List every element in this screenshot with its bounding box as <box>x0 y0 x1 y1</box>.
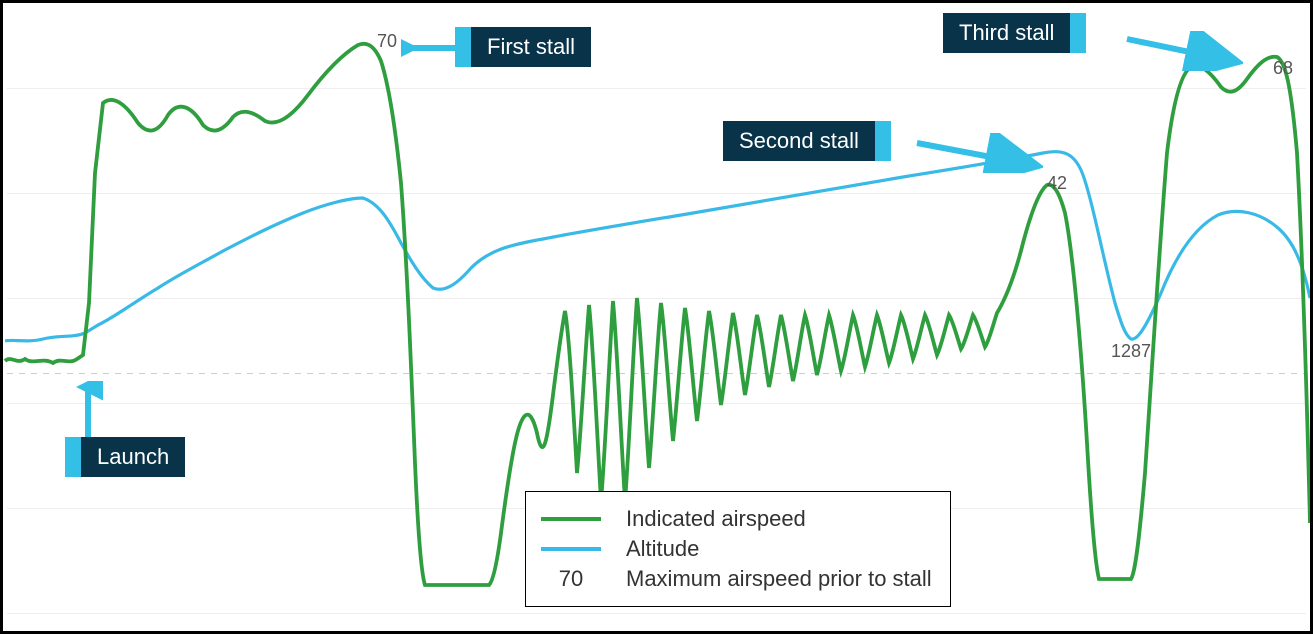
altitude-series <box>5 152 1310 341</box>
legend-text: Indicated airspeed <box>626 506 806 532</box>
callout-third-stall: Third stall <box>943 13 1086 53</box>
legend-row-max-airspeed: 70 Maximum airspeed prior to stall <box>536 566 932 592</box>
legend-row-altitude: Altitude <box>536 536 932 562</box>
legend-swatch-airspeed <box>536 517 606 521</box>
callout-accent-bar <box>1070 13 1086 53</box>
callout-accent-bar <box>65 437 81 477</box>
label-first-stall-airspeed: 70 <box>377 31 397 52</box>
legend-row-airspeed: Indicated airspeed <box>536 506 932 532</box>
arrow-launch <box>73 381 103 441</box>
label-second-stall-altitude: 1287 <box>1111 341 1151 362</box>
legend-number-example: 70 <box>536 566 606 592</box>
callout-accent-bar <box>875 121 891 161</box>
callout-label: Launch <box>81 437 185 477</box>
callout-accent-bar <box>455 27 471 67</box>
callout-launch: Launch <box>65 437 185 477</box>
legend: Indicated airspeed Altitude 70 Maximum a… <box>525 491 951 607</box>
callout-label: Third stall <box>943 13 1070 53</box>
chart-frame: 70 42 68 1287 First stall Second stall T… <box>0 0 1313 634</box>
arrow-first-stall <box>401 33 461 63</box>
callout-label: First stall <box>471 27 591 67</box>
callout-first-stall: First stall <box>455 27 591 67</box>
arrow-third-stall <box>1123 31 1243 71</box>
legend-text: Altitude <box>626 536 699 562</box>
callout-second-stall: Second stall <box>723 121 891 161</box>
label-second-stall-airspeed: 42 <box>1047 173 1067 194</box>
arrow-second-stall <box>913 133 1043 173</box>
legend-swatch-altitude <box>536 547 606 551</box>
callout-label: Second stall <box>723 121 875 161</box>
legend-text: Maximum airspeed prior to stall <box>626 566 932 592</box>
label-third-stall-airspeed: 68 <box>1273 58 1293 79</box>
